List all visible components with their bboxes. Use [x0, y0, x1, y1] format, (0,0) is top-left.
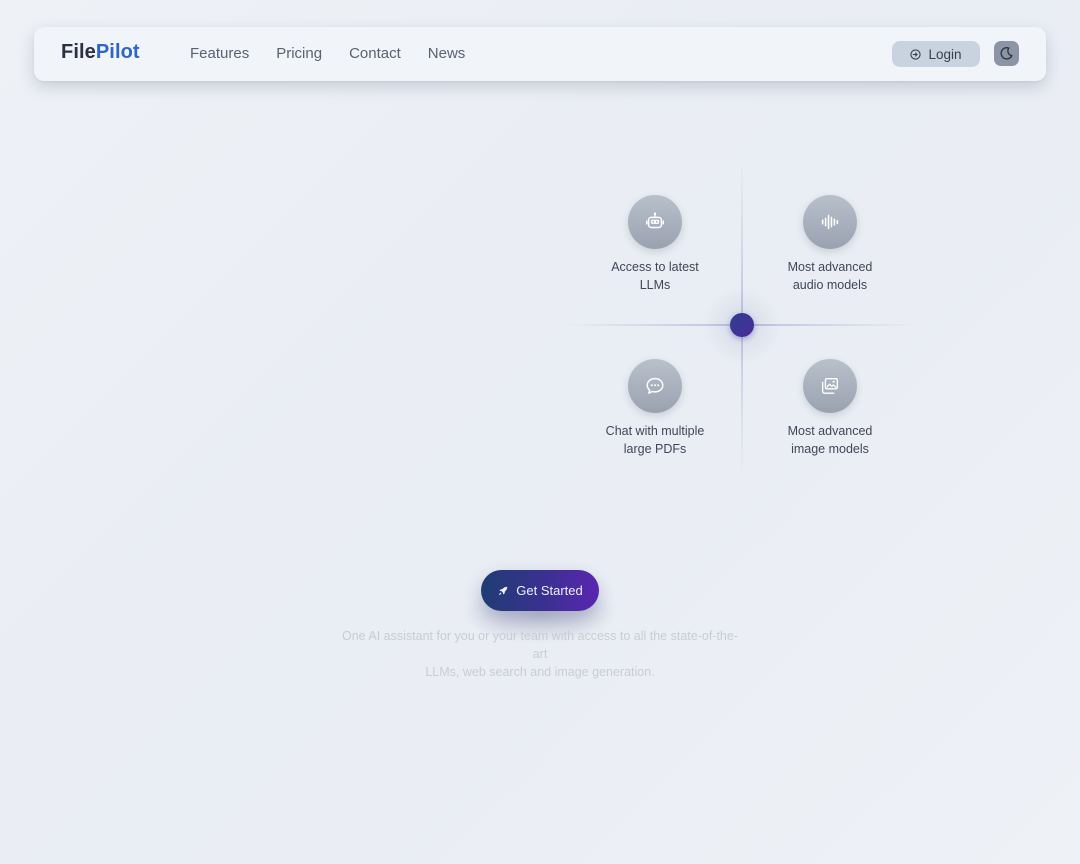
feature-pdfs: Chat with multiple large PDFs: [585, 359, 725, 458]
feature-label-line1: Most advanced: [787, 424, 873, 438]
theme-toggle-button[interactable]: [994, 41, 1019, 66]
feature-audio: Most advanced audio models: [760, 195, 900, 294]
get-started-label: Get Started: [516, 583, 583, 598]
feature-label: Chat with multiple large PDFs: [585, 422, 725, 458]
feature-label-line1: Chat with multiple: [605, 424, 705, 438]
nav-links: Features Pricing Contact News: [190, 45, 492, 62]
nav-link-features[interactable]: Features: [190, 45, 249, 62]
feature-icon-circle: [803, 359, 857, 413]
audio-wave-icon: [821, 214, 839, 230]
chat-bubble-icon: [646, 377, 664, 394]
login-button[interactable]: Login: [892, 41, 980, 67]
hero-subtitle: One AI assistant for you or your team wi…: [340, 627, 740, 681]
feature-label-line2: large PDFs: [623, 442, 687, 456]
feature-label-line2: LLMs: [639, 278, 671, 292]
rocket-icon: [499, 586, 508, 595]
feature-icon-circle: [803, 195, 857, 249]
moon-icon: [1000, 47, 1013, 60]
feature-label-line2: audio models: [792, 278, 868, 292]
nav-link-news[interactable]: News: [428, 45, 466, 62]
feature-label-line1: Access to latest: [611, 260, 699, 274]
center-dot: [730, 313, 754, 337]
images-icon: [821, 377, 839, 394]
navbar: FilePilot Features Pricing Contact News …: [34, 27, 1046, 81]
brand-logo[interactable]: FilePilot: [61, 41, 140, 64]
feature-label: Access to latest LLMs: [585, 258, 725, 294]
get-started-button[interactable]: Get Started: [481, 570, 599, 611]
nav-link-contact[interactable]: Contact: [349, 45, 401, 62]
feature-icon-circle: [628, 195, 682, 249]
hero-subtitle-line1: One AI assistant for you or your team wi…: [341, 629, 738, 661]
feature-label-line1: Most advanced: [787, 260, 873, 274]
feature-images: Most advanced image models: [760, 359, 900, 458]
feature-icon-circle: [628, 359, 682, 413]
brand-logo-part2: Pilot: [95, 41, 140, 63]
hero-subtitle-line2: LLMs, web search and image generation.: [425, 665, 655, 679]
feature-label: Most advanced image models: [760, 422, 900, 458]
feature-label-line2: image models: [791, 442, 869, 456]
nav-link-pricing[interactable]: Pricing: [276, 45, 322, 62]
feature-label: Most advanced audio models: [760, 258, 900, 294]
login-label: Login: [928, 46, 962, 62]
brand-logo-part1: File: [61, 41, 96, 63]
feature-llms: Access to latest LLMs: [585, 195, 725, 294]
login-icon: [910, 48, 922, 60]
robot-icon: [646, 212, 664, 229]
